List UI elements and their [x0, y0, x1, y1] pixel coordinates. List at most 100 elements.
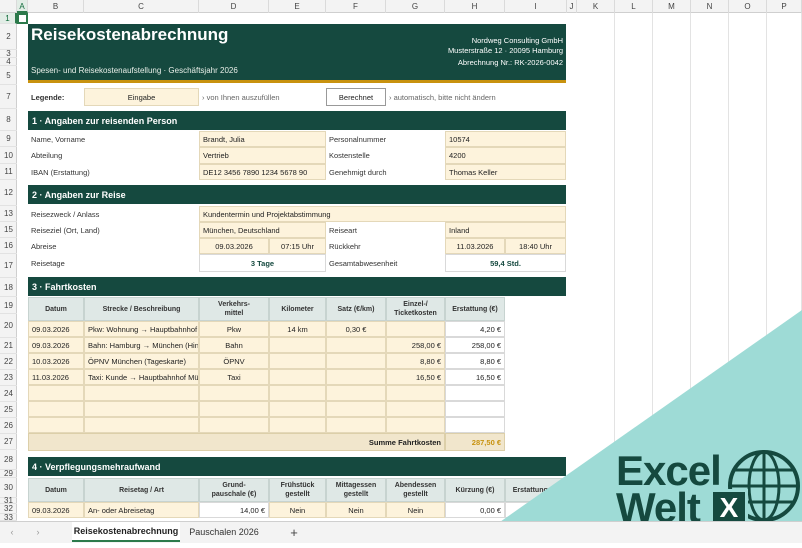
table-cell-km[interactable] [269, 353, 326, 369]
table-cell-rate[interactable] [326, 369, 386, 385]
table-cell-date[interactable]: 11.03.2026 [28, 369, 84, 385]
tab-reisekostenabrechnung[interactable]: Reisekostenabrechnung [72, 522, 180, 542]
table-cell-empty[interactable] [84, 417, 199, 433]
column-header-h[interactable]: H [445, 0, 505, 13]
table-cell-empty[interactable] [199, 385, 269, 401]
row-header[interactable]: 17 [0, 254, 17, 278]
row-header[interactable]: 11 [0, 164, 17, 180]
select-all-corner[interactable] [0, 0, 17, 13]
table-cell-route[interactable]: Taxi: Kunde → Hauptbahnhof München [84, 369, 199, 385]
row-header[interactable]: 30 [0, 478, 17, 498]
table-cell-ticket[interactable]: 258,00 € [386, 337, 445, 353]
table-cell-breakfast[interactable]: Nein [269, 502, 326, 518]
table-cell-empty[interactable] [326, 417, 386, 433]
row-header[interactable]: 13 [0, 206, 17, 222]
column-header-k[interactable]: K [577, 0, 615, 13]
scroll-tabs-right-icon[interactable]: › [32, 522, 44, 542]
row-header[interactable]: 16 [0, 238, 17, 254]
table-cell-dinner[interactable]: Nein [386, 502, 445, 518]
row-header[interactable]: 26 [0, 418, 17, 434]
row-header[interactable]: 9 [0, 131, 17, 147]
table-cell-transport[interactable]: Bahn [199, 337, 269, 353]
row-header[interactable]: 27 [0, 434, 17, 450]
row-header[interactable]: 10 [0, 147, 17, 164]
table-cell-km[interactable]: 14 km [269, 321, 326, 337]
row-header[interactable]: 20 [0, 314, 17, 338]
row-header[interactable]: 12 [0, 180, 17, 206]
column-header-d[interactable]: D [199, 0, 269, 13]
row-header[interactable]: 29 [0, 469, 17, 478]
table-cell-rate[interactable] [326, 353, 386, 369]
row-header[interactable]: 7 [0, 85, 17, 109]
row-header[interactable]: 2 [0, 24, 17, 50]
table-cell-date[interactable]: 09.03.2026 [28, 321, 84, 337]
column-header-c[interactable]: C [84, 0, 199, 13]
row-header[interactable]: 25 [0, 402, 17, 418]
table-cell-empty[interactable] [386, 385, 445, 401]
table-cell-empty[interactable] [326, 385, 386, 401]
table-cell-ticket[interactable]: 8,80 € [386, 353, 445, 369]
row-header[interactable]: 18 [0, 278, 17, 297]
scroll-tabs-left-icon[interactable]: ‹ [6, 522, 18, 542]
table-cell-empty[interactable] [269, 417, 326, 433]
row-header[interactable]: 19 [0, 297, 17, 314]
row-header[interactable]: 23 [0, 370, 17, 386]
row-header[interactable]: 5 [0, 66, 17, 85]
table-cell-empty[interactable] [28, 401, 84, 417]
row-header[interactable]: 8 [0, 109, 17, 131]
table-cell-empty[interactable] [269, 401, 326, 417]
return-date-field[interactable]: 11.03.2026 [445, 238, 505, 254]
table-cell-empty[interactable] [199, 401, 269, 417]
destination-field[interactable]: München, Deutschland [199, 222, 326, 238]
table-cell-empty[interactable] [84, 385, 199, 401]
table-cell-empty[interactable] [199, 417, 269, 433]
approved-by-field[interactable]: Thomas Keller [445, 164, 566, 180]
add-sheet-button[interactable]: + [284, 522, 304, 542]
table-cell-empty[interactable] [84, 401, 199, 417]
personnel-number-field[interactable]: 10574 [445, 131, 566, 147]
table-cell-empty[interactable] [386, 401, 445, 417]
table-cell-route[interactable]: Pkw: Wohnung → Hauptbahnhof Hamburg [84, 321, 199, 337]
row-header[interactable]: 22 [0, 354, 17, 370]
column-header-n[interactable]: N [691, 0, 729, 13]
row-header[interactable]: 15 [0, 222, 17, 238]
table-cell-daytype[interactable]: An- oder Abreisetag [84, 502, 199, 518]
row-header[interactable]: 24 [0, 386, 17, 402]
column-header-g[interactable]: G [386, 0, 445, 13]
table-cell-transport[interactable]: Pkw [199, 321, 269, 337]
column-header-b[interactable]: B [28, 0, 84, 13]
tab-pauschalen-2026[interactable]: Pauschalen 2026 [184, 522, 264, 542]
department-field[interactable]: Vertrieb [199, 147, 326, 164]
table-cell-empty[interactable] [326, 401, 386, 417]
table-cell-rate[interactable] [326, 337, 386, 353]
row-header[interactable]: 1 [0, 13, 17, 24]
table-cell-date[interactable]: 10.03.2026 [28, 353, 84, 369]
table-cell-ticket[interactable] [386, 321, 445, 337]
table-cell-ticket[interactable]: 16,50 € [386, 369, 445, 385]
table-cell-empty[interactable] [269, 385, 326, 401]
column-header-i[interactable]: I [505, 0, 567, 13]
column-header-a[interactable]: A [17, 0, 28, 13]
row-header[interactable]: 21 [0, 338, 17, 354]
table-cell-empty[interactable] [386, 417, 445, 433]
return-time-field[interactable]: 18:40 Uhr [505, 238, 566, 254]
table-cell-km[interactable] [269, 369, 326, 385]
table-cell-empty[interactable] [28, 385, 84, 401]
table-cell-transport[interactable]: Taxi [199, 369, 269, 385]
column-header-j[interactable]: J [567, 0, 577, 13]
table-cell-route[interactable]: ÖPNV München (Tageskarte) [84, 353, 199, 369]
table-cell-transport[interactable]: ÖPNV [199, 353, 269, 369]
cost-center-field[interactable]: 4200 [445, 147, 566, 164]
column-header-e[interactable]: E [269, 0, 326, 13]
table-cell-lunch[interactable]: Nein [326, 502, 386, 518]
row-header[interactable]: 28 [0, 450, 17, 470]
column-header-f[interactable]: F [326, 0, 386, 13]
column-header-o[interactable]: O [729, 0, 767, 13]
column-header-l[interactable]: L [615, 0, 653, 13]
row-header[interactable]: 33 [0, 513, 17, 522]
purpose-field[interactable]: Kundentermin und Projektabstimmung [199, 206, 566, 222]
column-header-m[interactable]: M [653, 0, 691, 13]
row-header[interactable]: 4 [0, 57, 17, 66]
selected-cell-a1[interactable] [17, 13, 28, 24]
name-field[interactable]: Brandt, Julia [199, 131, 326, 147]
